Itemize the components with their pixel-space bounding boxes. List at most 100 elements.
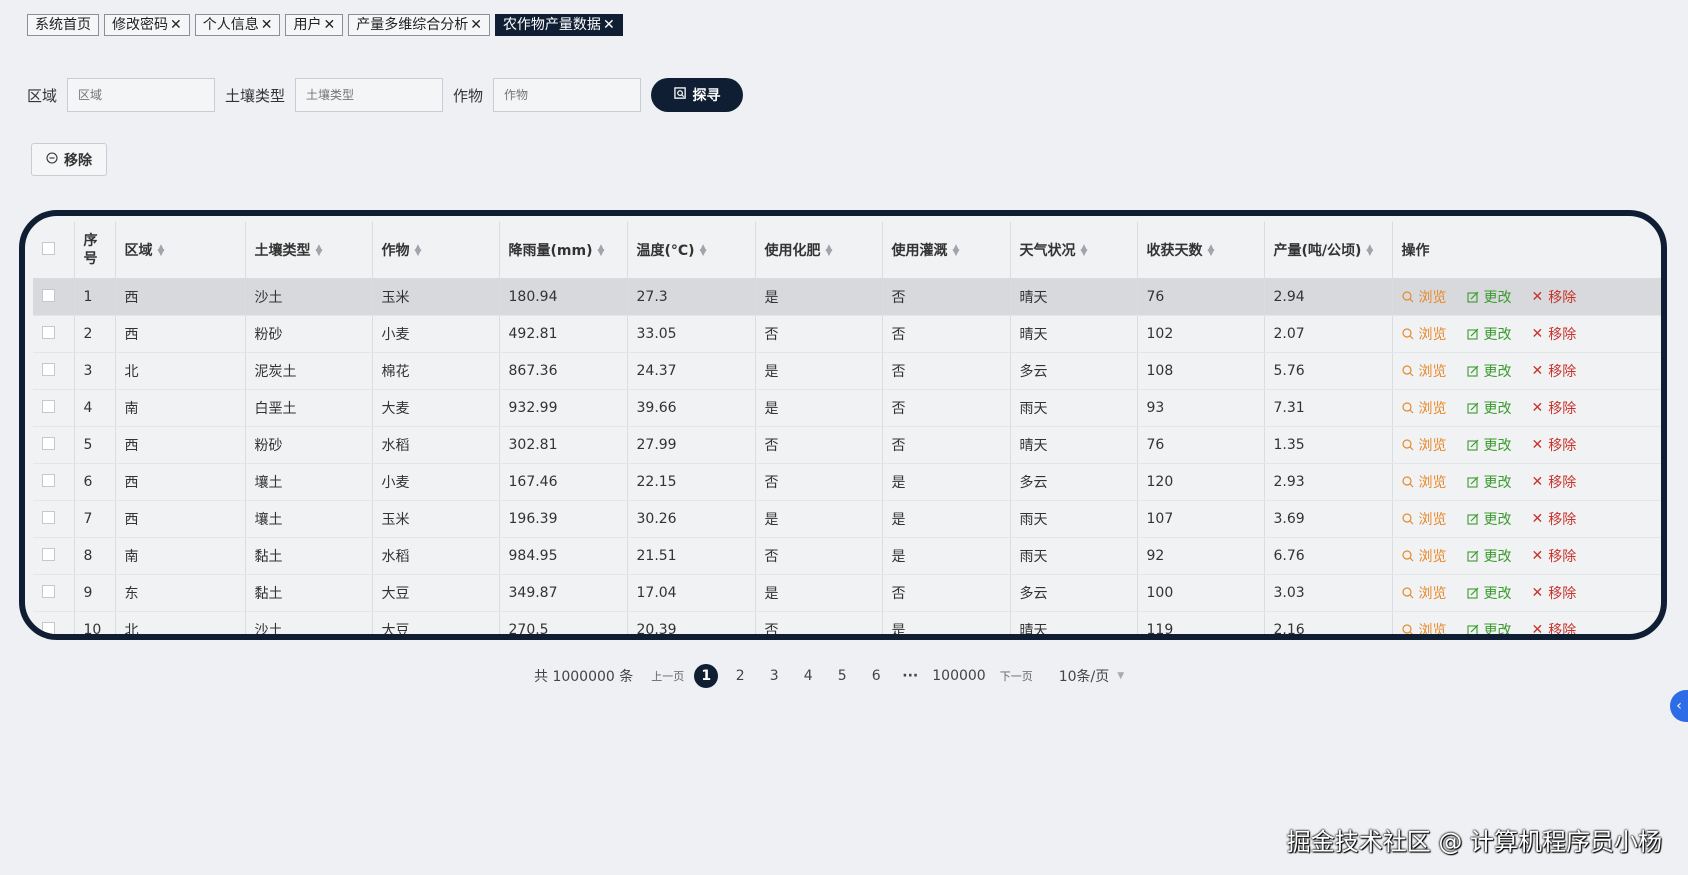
edit-button[interactable]: 更改 [1466,398,1512,418]
edit-button[interactable]: 更改 [1466,509,1512,529]
delete-button[interactable]: ✕ 移除 [1532,546,1577,566]
row-checkbox[interactable] [42,436,55,450]
row-checkbox[interactable] [42,473,55,487]
close-icon[interactable]: ✕ [261,15,273,35]
batch-remove-button[interactable]: 移除 [31,143,107,176]
view-button[interactable]: 浏览 [1401,583,1447,603]
row-checkbox-cell[interactable] [33,463,75,501]
row-checkbox-cell[interactable] [33,537,75,575]
sort-icon[interactable]: ▲ ▼ [316,244,323,258]
page-button-current[interactable]: 1 [694,664,719,688]
row-checkbox[interactable] [42,584,55,598]
edit-button[interactable]: 更改 [1466,324,1512,344]
edit-button[interactable]: 更改 [1466,287,1512,307]
table-row[interactable]: 10 北沙土 大豆 270.5 20.39 否是晴天 119 2.16 浏览 更改 ✕ 移除 [33,611,1661,634]
row-checkbox[interactable] [42,399,55,413]
row-checkbox-cell[interactable] [33,611,75,634]
delete-button[interactable]: ✕ 移除 [1532,472,1577,492]
table-row[interactable]: 3 北泥炭土 棉花 867.36 24.37 是否多云 108 5.76 浏览 更改 ✕ 移除 [33,352,1661,390]
search-button[interactable]: 探寻 [651,78,744,112]
sort-icon[interactable]: ▲ ▼ [1366,244,1373,258]
row-checkbox[interactable] [42,510,55,524]
table-row[interactable]: 7 西壤土 玉米 196.39 30.26 是是雨天 107 3.69 浏览 更改 ✕ 移除 [33,500,1661,538]
edit-button[interactable]: 更改 [1466,435,1512,455]
page-button[interactable]: 4 [796,668,820,684]
delete-button[interactable]: ✕ 移除 [1532,583,1577,603]
tab-crop-yield-data[interactable]: 农作物产量数据 ✕ [494,14,623,36]
tab-yield-analysis[interactable]: 产量多维综合分析 ✕ [348,14,490,36]
next-page-button[interactable]: 下一页 [1000,668,1033,684]
column-header[interactable]: 收获天数 ▲ ▼ [1137,222,1265,279]
table-row[interactable]: 8 南黏土 水稻 984.95 21.51 否是雨天 92 6.76 浏览 更改 ✕ 移除 [33,537,1661,575]
delete-button[interactable]: ✕ 移除 [1532,620,1577,634]
column-header[interactable]: 使用化肥 ▲ ▼ [755,222,883,279]
close-icon[interactable]: ✕ [170,15,182,35]
row-checkbox-cell[interactable] [33,426,75,464]
column-header[interactable]: 产量(吨/公顷) ▲ ▼ [1264,222,1393,279]
table-row[interactable]: 6 西壤土 小麦 167.46 22.15 否是多云 120 2.93 浏览 更改 ✕ 移除 [33,463,1661,501]
sort-icon[interactable]: ▲ ▼ [953,244,960,258]
table-row[interactable]: 1 西沙土 玉米 180.94 27.3 是否晴天 76 2.94 浏览 更改 ✕ 移除 [33,278,1661,316]
edit-button[interactable]: 更改 [1466,620,1512,634]
row-checkbox[interactable] [42,362,55,376]
close-icon[interactable]: ✕ [603,15,615,35]
edit-button[interactable]: 更改 [1466,546,1512,566]
column-header[interactable]: 作物 ▲ ▼ [372,222,500,279]
prev-page-button[interactable]: 上一页 [651,668,684,684]
tab-home[interactable]: 系统首页 [27,14,99,36]
delete-button[interactable]: ✕ 移除 [1532,509,1577,529]
row-checkbox[interactable] [42,288,55,302]
edit-button[interactable]: 更改 [1466,583,1512,603]
view-button[interactable]: 浏览 [1401,546,1447,566]
sort-icon[interactable]: ▲ ▼ [158,244,165,258]
select-all-checkbox-cell[interactable] [33,222,75,279]
table-row[interactable]: 9 东黏土 大豆 349.87 17.04 是否多云 100 3.03 浏览 更改 ✕ 移除 [33,574,1661,612]
row-checkbox[interactable] [42,621,55,634]
table-row[interactable]: 5 西粉砂 水稻 302.81 27.99 否否晴天 76 1.35 浏览 更改 ✕ 移除 [33,426,1661,464]
column-header[interactable]: 降雨量(mm) ▲ ▼ [499,222,628,279]
more-pages-ellipsis[interactable]: ··· [898,668,922,684]
edit-button[interactable]: 更改 [1466,472,1512,492]
page-button[interactable]: 2 [728,668,752,684]
sort-icon[interactable]: ▲ ▼ [700,244,707,258]
sort-icon[interactable]: ▲ ▼ [597,244,604,258]
view-button[interactable]: 浏览 [1401,398,1447,418]
row-checkbox-cell[interactable] [33,315,75,353]
last-page-button[interactable]: 100000 [932,668,985,684]
delete-button[interactable]: ✕ 移除 [1532,435,1577,455]
view-button[interactable]: 浏览 [1401,324,1447,344]
tab-personal-info[interactable]: 个人信息 ✕ [194,14,281,36]
column-header[interactable]: 区域 ▲ ▼ [115,222,246,279]
row-checkbox-cell[interactable] [33,389,75,427]
tab-users[interactable]: 用户 ✕ [285,14,344,36]
page-button[interactable]: 3 [762,668,786,684]
view-button[interactable]: 浏览 [1401,435,1447,455]
row-checkbox-cell[interactable] [33,574,75,612]
view-button[interactable]: 浏览 [1401,509,1447,529]
page-button[interactable]: 6 [864,668,888,684]
close-icon[interactable]: ✕ [323,15,335,35]
delete-button[interactable]: ✕ 移除 [1532,361,1577,381]
row-checkbox-cell[interactable] [33,352,75,390]
close-icon[interactable]: ✕ [470,15,482,35]
select-all-checkbox[interactable] [42,241,55,255]
view-button[interactable]: 浏览 [1401,287,1447,307]
column-header[interactable]: 温度(°C) ▲ ▼ [627,222,756,279]
delete-button[interactable]: ✕ 移除 [1532,398,1577,418]
delete-button[interactable]: ✕ 移除 [1532,287,1577,307]
page-button[interactable]: 5 [830,668,854,684]
column-header[interactable]: 土壤类型 ▲ ▼ [245,222,373,279]
row-checkbox-cell[interactable] [33,278,75,316]
view-button[interactable]: 浏览 [1401,620,1447,634]
row-checkbox[interactable] [42,547,55,561]
row-checkbox-cell[interactable] [33,500,75,538]
table-row[interactable]: 2 西粉砂 小麦 492.81 33.05 否否晴天 102 2.07 浏览 更改 ✕ 移除 [33,315,1661,353]
row-checkbox[interactable] [42,325,55,339]
column-header[interactable]: 使用灌溉 ▲ ▼ [882,222,1011,279]
table-row[interactable]: 4 南白垩土 大麦 932.99 39.66 是否雨天 93 7.31 浏览 更改 ✕ 移除 [33,389,1661,427]
sort-icon[interactable]: ▲ ▼ [1208,244,1215,258]
collapse-panel-button[interactable]: ‹ [1670,690,1688,722]
delete-button[interactable]: ✕ 移除 [1532,324,1577,344]
view-button[interactable]: 浏览 [1401,361,1447,381]
soil-input[interactable] [295,78,444,112]
